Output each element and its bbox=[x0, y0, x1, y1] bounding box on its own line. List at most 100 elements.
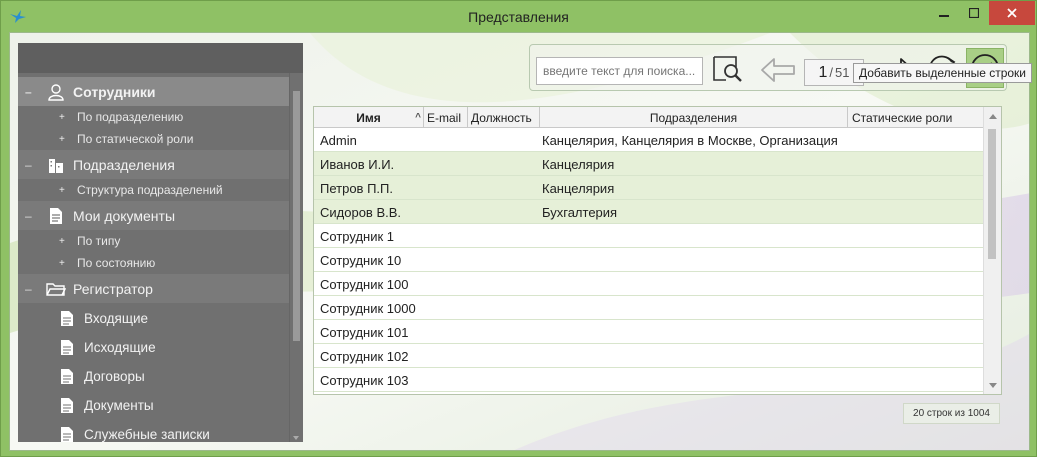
sidebar-subitem-label: По статической роли bbox=[77, 132, 194, 146]
sidebar-item-label: Мои документы bbox=[73, 207, 176, 224]
cell-name: Сотрудник 1000 bbox=[320, 300, 416, 316]
sidebar-subitem[interactable]: + По статической роли bbox=[18, 128, 289, 150]
client-area: – Сотрудники + По подразделению + По ста… bbox=[9, 32, 1030, 451]
maximize-button[interactable] bbox=[959, 1, 989, 25]
table-row[interactable]: Сотрудник 101 bbox=[314, 320, 983, 344]
plus-icon: + bbox=[59, 257, 65, 269]
sidebar: – Сотрудники + По подразделению + По ста… bbox=[18, 43, 303, 442]
scroll-down-icon[interactable] bbox=[293, 436, 299, 440]
column-header-departments[interactable]: Подразделения bbox=[540, 107, 848, 128]
close-icon bbox=[1007, 8, 1017, 18]
table-row[interactable]: Сотрудник 10 bbox=[314, 248, 983, 272]
cell-name: Сотрудник 10 bbox=[320, 252, 402, 268]
sidebar-doc-item[interactable]: Служебные записки bbox=[18, 420, 289, 442]
document-icon bbox=[61, 398, 73, 413]
sidebar-item-my-documents[interactable]: – Мои документы bbox=[18, 201, 289, 230]
tooltip: Добавить выделенные строки bbox=[853, 63, 1033, 83]
sidebar-item-registrar[interactable]: – Регистратор bbox=[18, 274, 289, 303]
building-icon bbox=[45, 156, 67, 174]
sidebar-doc-label: Исходящие bbox=[84, 340, 156, 355]
table-row[interactable]: Сотрудник 102 bbox=[314, 344, 983, 368]
document-icon bbox=[61, 427, 73, 442]
sidebar-item-departments[interactable]: – Подразделения bbox=[18, 150, 289, 179]
table-row[interactable]: Петров П.П. Канцелярия bbox=[314, 176, 983, 200]
table-row[interactable]: Сотрудник 1000 bbox=[314, 296, 983, 320]
sidebar-header bbox=[18, 43, 303, 73]
page-current: 1 bbox=[818, 63, 828, 81]
data-grid: Имя ^ E-mail Должность Подразделения Ста… bbox=[313, 106, 1002, 395]
grid-scrollbar[interactable] bbox=[983, 107, 1001, 394]
sidebar-subitem[interactable]: + По состоянию bbox=[18, 252, 289, 274]
collapse-toggle[interactable]: – bbox=[25, 158, 37, 172]
column-header-static-roles[interactable]: Статические роли bbox=[848, 107, 983, 128]
user-icon bbox=[45, 83, 67, 101]
sidebar-subitem-label: По подразделению bbox=[77, 110, 184, 124]
search-button[interactable] bbox=[711, 53, 745, 85]
sort-ascending-icon[interactable]: ^ bbox=[415, 112, 421, 123]
sidebar-subitem[interactable]: + По типу bbox=[18, 230, 289, 252]
cell-name: Сотрудник 101 bbox=[320, 324, 409, 340]
sidebar-item-label: Регистратор bbox=[73, 280, 153, 297]
title-bar[interactable]: Представления bbox=[1, 1, 1036, 32]
cell-name: Сидоров В.В. bbox=[320, 204, 402, 220]
scroll-up-icon[interactable] bbox=[989, 114, 997, 119]
cell-name: Иванов И.И. bbox=[320, 156, 395, 172]
maximize-icon bbox=[969, 8, 979, 18]
cell-departments: Канцелярия, Канцелярия в Москве, Организ… bbox=[542, 132, 838, 148]
sidebar-doc-label: Договоры bbox=[84, 369, 145, 384]
sidebar-subitem[interactable]: + По подразделению bbox=[18, 106, 289, 128]
table-row[interactable]: Admin Канцелярия, Канцелярия в Москве, О… bbox=[314, 128, 983, 152]
search-icon bbox=[713, 56, 742, 82]
folder-icon bbox=[45, 280, 67, 298]
collapse-toggle[interactable]: – bbox=[25, 209, 37, 223]
grid-scroll-thumb[interactable] bbox=[988, 129, 996, 259]
sidebar-doc-label: Документы bbox=[84, 398, 154, 413]
cell-departments: Канцелярия bbox=[542, 180, 615, 196]
sidebar-subitem-label: По типу bbox=[77, 234, 121, 248]
sidebar-scrollbar[interactable] bbox=[289, 73, 303, 442]
grid-header: Имя ^ E-mail Должность Подразделения Ста… bbox=[314, 107, 983, 128]
table-row[interactable]: Иванов И.И. Канцелярия bbox=[314, 152, 983, 176]
cell-departments: Канцелярия bbox=[542, 156, 615, 172]
cell-name: Admin bbox=[320, 132, 357, 148]
plus-icon: + bbox=[59, 111, 65, 123]
cell-name: Петров П.П. bbox=[320, 180, 393, 196]
cell-name: Сотрудник 103 bbox=[320, 372, 409, 388]
previous-page-button[interactable] bbox=[758, 55, 798, 85]
table-row[interactable]: Сидоров В.В. Бухгалтерия bbox=[314, 200, 983, 224]
sidebar-doc-item[interactable]: Входящие bbox=[18, 304, 289, 333]
table-row[interactable]: Сотрудник 1 bbox=[314, 224, 983, 248]
collapse-toggle[interactable]: – bbox=[25, 85, 37, 99]
sidebar-subitem[interactable]: + Структура подразделений bbox=[18, 179, 289, 201]
document-icon bbox=[45, 207, 67, 225]
column-header-email[interactable]: E-mail bbox=[424, 107, 468, 128]
search-input[interactable] bbox=[536, 57, 703, 85]
table-row[interactable]: Сотрудник 100 bbox=[314, 272, 983, 296]
sidebar-item-employees[interactable]: – Сотрудники bbox=[18, 77, 289, 106]
sidebar-scroll-thumb[interactable] bbox=[293, 91, 300, 341]
column-header-position[interactable]: Должность bbox=[468, 107, 540, 128]
minimize-button[interactable] bbox=[929, 1, 959, 25]
close-button[interactable] bbox=[989, 1, 1035, 25]
sidebar-doc-item[interactable]: Исходящие bbox=[18, 333, 289, 362]
cell-name: Сотрудник 102 bbox=[320, 348, 409, 364]
collapse-toggle[interactable]: – bbox=[25, 282, 37, 296]
page-total: 51 bbox=[835, 65, 850, 80]
scroll-down-icon[interactable] bbox=[989, 383, 997, 388]
sidebar-subitem-label: По состоянию bbox=[77, 256, 156, 270]
cell-departments: Бухгалтерия bbox=[542, 204, 618, 220]
plus-icon: + bbox=[59, 235, 65, 247]
sidebar-doc-item[interactable]: Документы bbox=[18, 391, 289, 420]
sidebar-doc-label: Служебные записки bbox=[84, 427, 210, 442]
plus-icon: + bbox=[59, 133, 65, 145]
plus-icon: + bbox=[59, 184, 65, 196]
column-header-name[interactable]: Имя ^ bbox=[314, 107, 424, 128]
app-window: Представления – Сотрудники + По подразде… bbox=[0, 0, 1037, 457]
minimize-icon bbox=[939, 15, 949, 17]
cell-name: Сотрудник 1 bbox=[320, 228, 394, 244]
cell-name: Сотрудник 100 bbox=[320, 276, 409, 292]
document-icon bbox=[61, 311, 73, 326]
sidebar-doc-item[interactable]: Договоры bbox=[18, 362, 289, 391]
table-row[interactable]: Сотрудник 103 bbox=[314, 368, 983, 392]
sidebar-doc-label: Входящие bbox=[84, 311, 149, 326]
